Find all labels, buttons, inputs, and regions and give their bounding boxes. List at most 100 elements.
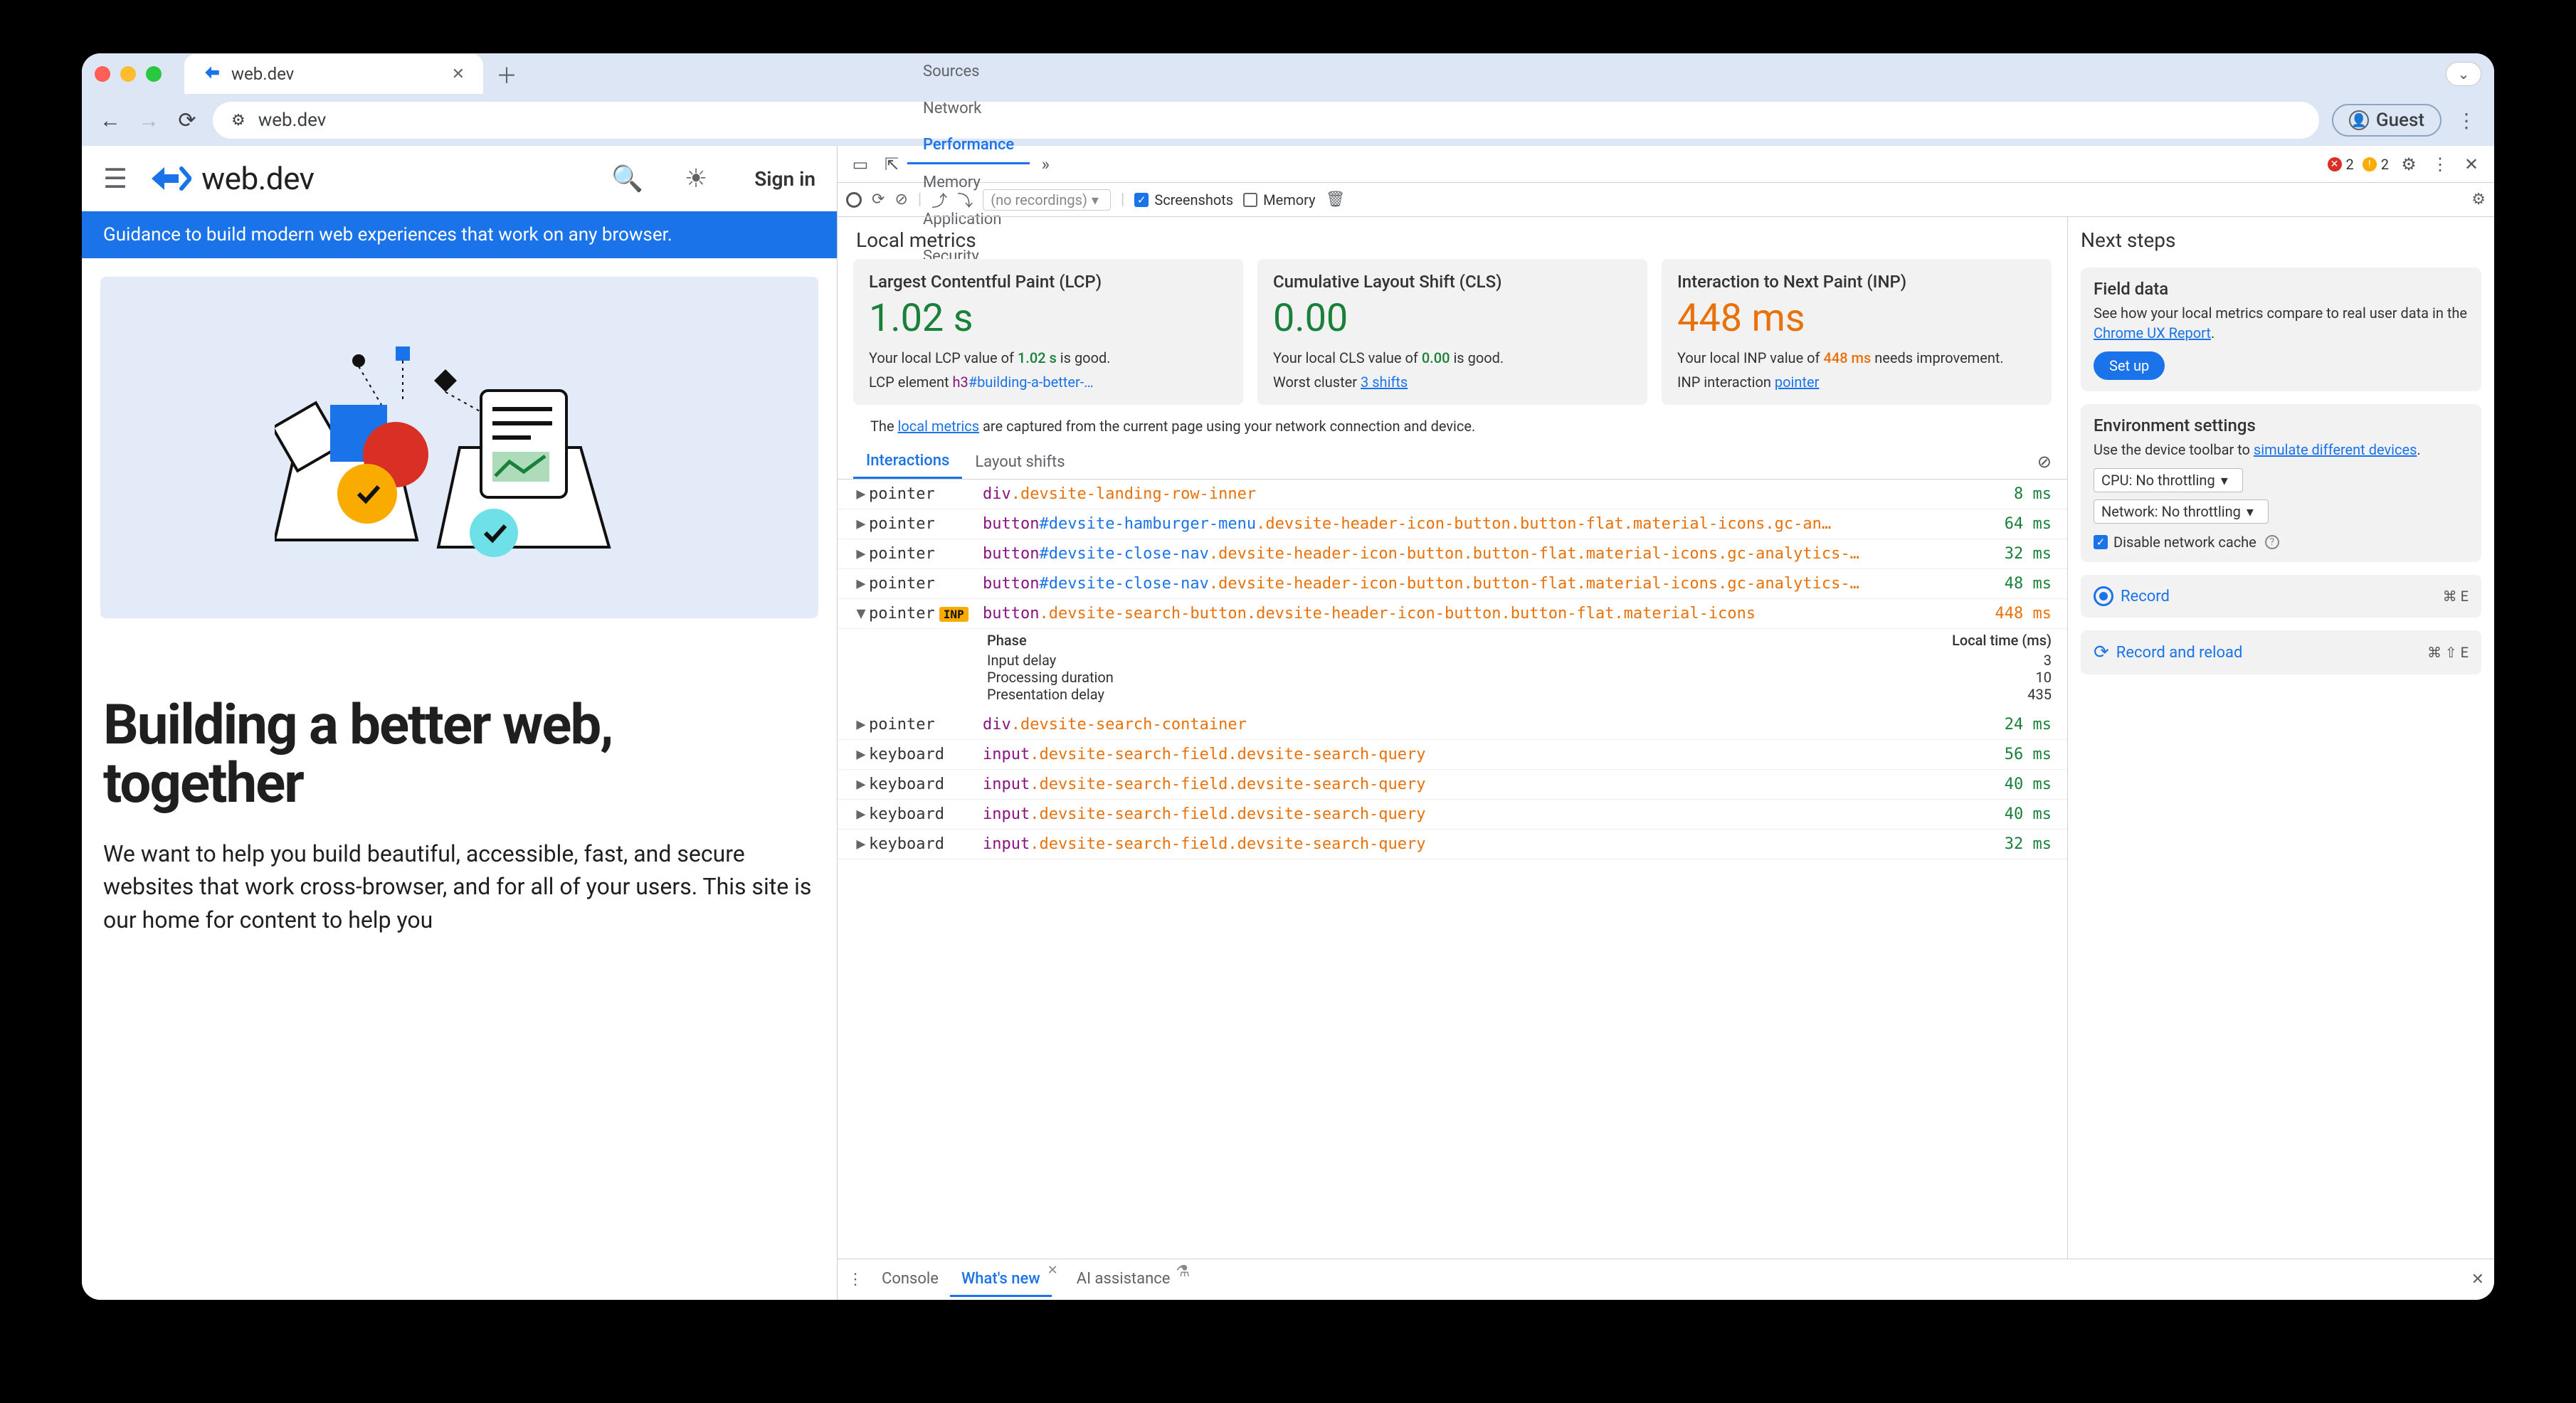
more-menu-icon[interactable]: ⋮	[2424, 149, 2456, 180]
error-count[interactable]: ✕2	[2328, 156, 2354, 173]
tab-favicon-icon	[203, 63, 221, 85]
perf-settings-icon[interactable]: ⚙	[2471, 191, 2486, 208]
next-steps-title: Next steps	[2081, 228, 2481, 252]
hamburger-icon[interactable]: ☰	[103, 163, 127, 195]
interaction-row[interactable]: ▶keyboardinput.devsite-search-field.devs…	[838, 830, 2067, 859]
devtools-tab-sources[interactable]: Sources	[907, 53, 1030, 90]
drawer-tab-console[interactable]: Console	[870, 1263, 950, 1297]
rendered-page: ☰ web.dev 🔍 ☀ Sign in Guidance to build …	[82, 146, 838, 1300]
omnibox[interactable]: ⚙ web.dev	[213, 102, 2319, 139]
site-logo[interactable]: web.dev	[149, 160, 314, 197]
recordings-select[interactable]: (no recordings) ▾	[983, 189, 1111, 211]
metric-cls: Cumulative Layout Shift (CLS) 0.00 Your …	[1257, 259, 1647, 405]
webdev-logo-icon	[149, 163, 191, 194]
gc-icon[interactable]: 🗑	[1326, 191, 1346, 208]
simulate-devices-link[interactable]: simulate different devices	[2254, 441, 2417, 458]
warning-count[interactable]: !2	[2363, 156, 2389, 173]
drawer-close-icon[interactable]: ✕	[2471, 1271, 2484, 1288]
close-window-button[interactable]	[95, 66, 110, 82]
metric-inp: Interaction to Next Paint (INP) 448 ms Y…	[1662, 259, 2052, 405]
download-icon[interactable]: ⤵	[957, 189, 973, 211]
subtab-interactions[interactable]: Interactions	[853, 445, 962, 479]
profile-icon: 👤	[2349, 110, 2369, 130]
inp-interaction-link[interactable]: pointer	[1775, 374, 1819, 391]
tab-close-icon[interactable]: ✕	[452, 65, 465, 83]
clear-interactions-icon[interactable]: ⊘	[2037, 452, 2052, 472]
devtools-tab-network[interactable]: Network	[907, 90, 1030, 127]
drawer-menu-icon[interactable]: ⋮	[848, 1271, 863, 1288]
reload-record-icon[interactable]: ⟳	[872, 191, 885, 208]
nav-forward-button[interactable]: →	[136, 107, 162, 133]
crux-link[interactable]: Chrome UX Report	[2094, 324, 2211, 342]
search-icon[interactable]: 🔍	[611, 164, 643, 194]
interaction-row[interactable]: ▼pointerINPbutton.devsite-search-button.…	[838, 599, 2067, 629]
cpu-throttle-select[interactable]: CPU: No throttling▾	[2094, 468, 2243, 492]
minimize-window-button[interactable]	[120, 66, 136, 82]
interaction-row[interactable]: ▶keyboardinput.devsite-search-field.devs…	[838, 770, 2067, 800]
disable-cache-checkbox[interactable]: ✓Disable network cache?	[2094, 534, 2469, 551]
record-row[interactable]: Record ⌘ E	[2081, 575, 2481, 618]
more-tabs-icon[interactable]: »	[1030, 149, 1061, 180]
interaction-row[interactable]: ▶pointerdiv.devsite-landing-row-inner8 m…	[838, 480, 2067, 509]
perf-main: Local metrics Largest Contentful Paint (…	[838, 217, 2067, 1259]
field-data-card: Field data See how your local metrics co…	[2081, 268, 2481, 391]
nav-reload-button[interactable]: ⟳	[174, 107, 200, 133]
interaction-row[interactable]: ▶pointerdiv.devsite-search-container24 m…	[838, 710, 2067, 740]
upload-icon[interactable]: ⤴	[931, 189, 947, 211]
site-logo-text: web.dev	[201, 160, 314, 197]
cls-shifts-link[interactable]: 3 shifts	[1361, 374, 1408, 391]
devtools: ▭ ⇱ ElementsConsoleSourcesNetworkPerform…	[838, 146, 2494, 1300]
signin-button[interactable]: Sign in	[754, 167, 815, 191]
drawer-tab-close-icon[interactable]: ✕	[1047, 1263, 1058, 1297]
interactions-list: ▶pointerdiv.devsite-landing-row-inner8 m…	[838, 480, 2067, 1259]
close-devtools-icon[interactable]: ✕	[2456, 149, 2487, 180]
devtools-tabs: ▭ ⇱ ElementsConsoleSourcesNetworkPerform…	[838, 146, 2494, 183]
interaction-row[interactable]: ▶keyboardinput.devsite-search-field.devs…	[838, 740, 2067, 770]
setup-button[interactable]: Set up	[2094, 351, 2165, 380]
device-toolbar-icon[interactable]: ⇱	[876, 149, 907, 180]
screenshots-checkbox[interactable]: ✓Screenshots	[1134, 191, 1233, 208]
drawer-tab-ai-assistance[interactable]: AI assistance	[1065, 1263, 1182, 1297]
phase-breakdown: PhaseLocal time (ms)Input delay3Processi…	[838, 629, 2067, 710]
devtools-drawer: ⋮ ConsoleWhat's new✕AI assistance⚗ ✕	[838, 1259, 2494, 1300]
expand-chevron-icon[interactable]: ⌄	[2446, 62, 2481, 86]
profile-chip[interactable]: 👤 Guest	[2332, 104, 2442, 137]
window-controls	[95, 66, 162, 82]
perf-sidebar: Next steps Field data See how your local…	[2067, 217, 2494, 1259]
interaction-row[interactable]: ▶pointerbutton#devsite-close-nav.devsite…	[838, 569, 2067, 599]
local-metrics-title: Local metrics	[838, 217, 2067, 259]
interaction-row[interactable]: ▶keyboardinput.devsite-search-field.devs…	[838, 800, 2067, 830]
hero-body: We want to help you build beautiful, acc…	[103, 837, 815, 936]
maximize-window-button[interactable]	[146, 66, 162, 82]
record-reload-row[interactable]: ⟳ Record and reload ⌘ ⇧ E	[2081, 630, 2481, 674]
memory-checkbox[interactable]: Memory	[1243, 191, 1315, 208]
subtab-layout-shifts[interactable]: Layout shifts	[962, 446, 1077, 478]
site-settings-icon[interactable]: ⚙	[231, 112, 246, 129]
perf-subtabs: Interactions Layout shifts ⊘	[838, 445, 2067, 480]
browser-tab[interactable]: web.dev ✕	[184, 54, 483, 94]
drawer-tab-what-s-new[interactable]: What's new	[950, 1263, 1052, 1297]
local-metrics-link[interactable]: local metrics	[898, 418, 980, 435]
clear-icon[interactable]: ⊘	[894, 191, 907, 208]
content-split: ☰ web.dev 🔍 ☀ Sign in Guidance to build …	[82, 146, 2494, 1300]
inspect-element-icon[interactable]: ▭	[845, 149, 876, 180]
nav-back-button[interactable]: ←	[97, 107, 123, 133]
network-throttle-select[interactable]: Network: No throttling▾	[2094, 499, 2269, 524]
url-bar: ← → ⟳ ⚙ web.dev 👤 Guest ⋮	[82, 95, 2494, 146]
theme-toggle-icon[interactable]: ☀	[685, 164, 707, 194]
devtools-tab-performance[interactable]: Performance	[907, 127, 1030, 164]
browser-menu-button[interactable]: ⋮	[2454, 109, 2479, 132]
reload-icon: ⟳	[2094, 642, 2109, 663]
browser-window: web.dev ✕ ＋ ⌄ ← → ⟳ ⚙ web.dev 👤 Guest ⋮ …	[82, 53, 2494, 1300]
hero-illustration	[100, 277, 818, 618]
env-settings-card: Environment settings Use the device tool…	[2081, 404, 2481, 562]
profile-label: Guest	[2376, 110, 2424, 131]
tab-title: web.dev	[231, 64, 294, 84]
interaction-row[interactable]: ▶pointerbutton#devsite-hamburger-menu.de…	[838, 509, 2067, 539]
info-line: The local metrics are captured from the …	[838, 415, 2067, 445]
interaction-row[interactable]: ▶pointerbutton#devsite-close-nav.devsite…	[838, 539, 2067, 569]
settings-icon[interactable]: ⚙	[2393, 149, 2424, 180]
new-tab-button[interactable]: ＋	[496, 58, 517, 90]
record-icon[interactable]	[846, 192, 862, 208]
help-icon[interactable]: ?	[2265, 535, 2279, 549]
